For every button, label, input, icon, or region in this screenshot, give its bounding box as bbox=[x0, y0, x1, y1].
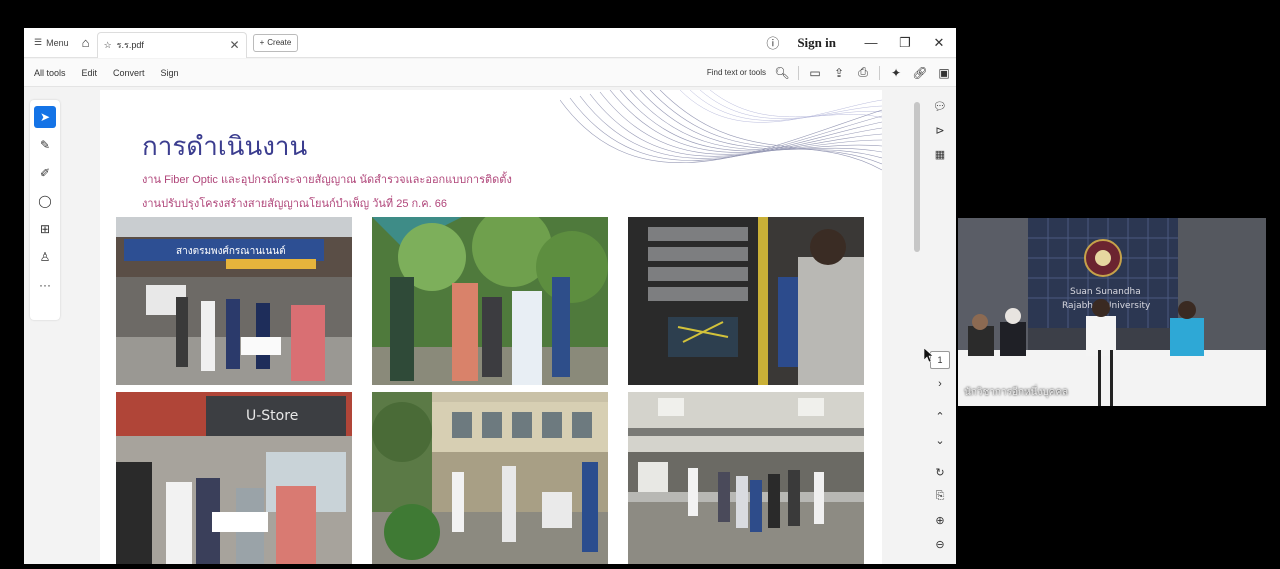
toolbar: All tools Edit Convert Sign Find text or… bbox=[24, 59, 956, 87]
chevron-down-icon[interactable]: ⌄ bbox=[929, 428, 951, 452]
chevron-up-icon[interactable]: ⌃ bbox=[929, 404, 951, 428]
subtitle-line-1: งาน Fiber Optic และอุปกรณ์กระจายสัญญาณ น… bbox=[142, 174, 512, 186]
more-tools-icon[interactable]: ··· bbox=[34, 274, 56, 296]
pdf-page: การดำเนินงาน งาน Fiber Optic และอุปกรณ์ก… bbox=[100, 90, 882, 564]
refresh-icon[interactable]: ↻ bbox=[929, 460, 951, 484]
subtitle-line-2: งานปรับปรุงโครงสร้างสายสัญญาณโยนก์บำเพ็ญ… bbox=[142, 198, 447, 210]
screen: ☰ Menu ⌂ ☆ ร.ร.pdf ✕ + Create ⓘ Sign in … bbox=[0, 0, 1280, 569]
close-tab-icon[interactable]: ✕ bbox=[230, 38, 240, 52]
thumbnails-panel-icon[interactable]: ▦ bbox=[929, 142, 951, 166]
save-copy-icon[interactable]: ⎘ bbox=[929, 484, 951, 508]
menu-button[interactable]: ☰ Menu bbox=[24, 28, 75, 58]
star-icon[interactable]: ☆ bbox=[104, 40, 112, 51]
zoom-in-icon[interactable]: ⊕ bbox=[929, 508, 951, 532]
right-tool-rail: 💬︎ ⊳ ▦ 1 › ⌃ ⌄ ↻ ⎘ ⊕ ⊖ bbox=[926, 94, 954, 560]
upload-icon[interactable]: ⇪ bbox=[827, 66, 851, 80]
titlebar-right: ⓘ Sign in — ❐ ✕ bbox=[760, 28, 956, 58]
text-box-tool-icon[interactable]: ⊞ bbox=[34, 218, 56, 240]
menu-label: Menu bbox=[46, 37, 69, 48]
shape-tool-icon[interactable]: ◯ bbox=[34, 190, 56, 212]
hamburger-icon: ☰ bbox=[34, 37, 43, 47]
minimize-icon[interactable]: — bbox=[854, 35, 888, 50]
comments-panel-icon[interactable]: 💬︎ bbox=[929, 94, 951, 118]
video-caption: นักวิชาการอีกหนึ่งบุคคล bbox=[964, 387, 1069, 398]
toolbar-divider bbox=[879, 65, 880, 80]
create-label: Create bbox=[267, 38, 292, 47]
video-feed: Suan Sunandha Rajabhat University นักวิช… bbox=[958, 218, 1266, 406]
bookmark-panel-icon[interactable]: ⊳ bbox=[929, 118, 951, 142]
scrollbar-thumb[interactable] bbox=[914, 102, 920, 252]
maximize-icon[interactable]: ❐ bbox=[888, 35, 922, 51]
menu-sign[interactable]: Sign bbox=[153, 68, 187, 78]
select-tool-icon[interactable]: ➤ bbox=[34, 106, 56, 128]
video-scene: Suan Sunandha Rajabhat University bbox=[958, 218, 1266, 406]
menu-convert[interactable]: Convert bbox=[105, 68, 153, 78]
help-icon[interactable]: ⓘ bbox=[760, 33, 785, 52]
comment-tool-icon[interactable]: ✎ bbox=[34, 134, 56, 156]
close-window-icon[interactable]: ✕ bbox=[922, 35, 956, 51]
menu-all-tools[interactable]: All tools bbox=[24, 68, 74, 78]
stamp-tool-icon[interactable]: ♙ bbox=[34, 246, 56, 268]
ustore-sign-text: U-Store bbox=[246, 408, 298, 424]
save-icon[interactable]: ▣ bbox=[932, 66, 956, 80]
home-icon[interactable]: ⌂ bbox=[75, 28, 97, 58]
draw-tool-icon[interactable]: ✐ bbox=[34, 162, 56, 184]
document-tab[interactable]: ☆ ร.ร.pdf ✕ bbox=[96, 31, 247, 58]
plus-icon: + bbox=[259, 38, 265, 47]
page-view-icon[interactable]: ▭ bbox=[803, 66, 827, 80]
photo-storefront-survey: สางตรมพงศ์กรณานเนนต์ bbox=[116, 217, 352, 385]
decorative-wave-graphic bbox=[560, 90, 882, 171]
search-icon[interactable]: 🔍︎ bbox=[770, 66, 794, 80]
find-text-label[interactable]: Find text or tools bbox=[707, 68, 770, 77]
photo-ustore-survey: U-Store bbox=[116, 392, 352, 564]
left-tool-rail: ➤ ✎ ✐ ◯ ⊞ ♙ ··· bbox=[30, 100, 60, 320]
zoom-out-icon[interactable]: ⊖ bbox=[929, 532, 951, 556]
menu-edit[interactable]: Edit bbox=[74, 68, 106, 78]
shop-sign-text: สางตรมพงศ์กรณานเนนต์ bbox=[176, 245, 286, 257]
toolbar-divider bbox=[798, 65, 799, 80]
photo-network-rack bbox=[628, 217, 864, 385]
mouse-cursor-icon bbox=[924, 348, 934, 362]
title-bar: ☰ Menu ⌂ ☆ ร.ร.pdf ✕ + Create ⓘ Sign in … bbox=[24, 28, 956, 58]
vertical-scrollbar[interactable] bbox=[912, 94, 922, 556]
create-button[interactable]: + Create bbox=[252, 33, 299, 52]
page-title: การดำเนินงาน bbox=[142, 132, 308, 162]
logo-text-line1: Suan Sunandha bbox=[1070, 287, 1141, 297]
pdf-viewer-window: ☰ Menu ⌂ ☆ ร.ร.pdf ✕ + Create ⓘ Sign in … bbox=[24, 28, 956, 564]
ai-assistant-icon[interactable]: ✦ bbox=[884, 66, 908, 80]
tab-filename: ร.ร.pdf bbox=[116, 40, 144, 50]
photo-outdoor-survey bbox=[372, 217, 608, 385]
page-count-icon: › bbox=[938, 378, 942, 390]
print-icon[interactable]: ⎙ bbox=[851, 65, 875, 80]
link-icon[interactable]: 🔗︎ bbox=[908, 66, 932, 80]
signin-button[interactable]: Sign in bbox=[785, 35, 854, 51]
photo-courtyard-ac bbox=[628, 392, 864, 564]
photo-building-corridor bbox=[372, 392, 608, 564]
